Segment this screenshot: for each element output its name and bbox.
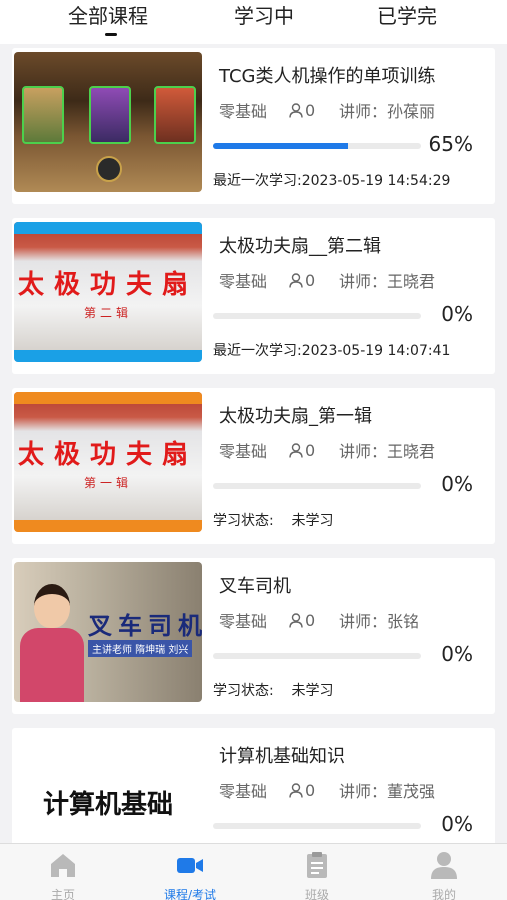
study-status: 学习状态: 未学习 (213, 683, 334, 699)
progress-percent: 0% (441, 812, 473, 836)
course-title: 太极功夫扇__第二辑 (219, 236, 381, 257)
student-count: 0 (289, 441, 335, 460)
course-teacher: 讲师：董茂强 (339, 782, 436, 801)
nav-profile-label: 我的 (431, 888, 456, 900)
course-card[interactable]: 叉车司机 主讲老师 隋坤瑞 刘兴 叉车司机 零基础 0 讲师：张铭 0% 学习状… (12, 558, 495, 714)
nav-profile[interactable]: 我的 (404, 850, 484, 900)
person-icon (289, 442, 303, 458)
user-icon (431, 852, 457, 879)
person-icon (289, 782, 303, 798)
course-meta: 零基础 0 讲师：董茂强 (219, 778, 435, 802)
student-count: 0 (289, 101, 335, 120)
thumbnail-subtitle: 主讲老师 隋坤瑞 刘兴 (88, 640, 193, 657)
progress-bar (213, 823, 421, 829)
course-teacher: 讲师：王晓君 (339, 272, 436, 291)
nav-home[interactable]: 主页 (23, 850, 103, 900)
course-title: TCG类人机操作的单项训练 (219, 66, 436, 87)
course-card[interactable]: 太极功夫扇 第一辑 太极功夫扇_第一辑 零基础 0 讲师：王晓君 0% 学习状态… (12, 388, 495, 544)
active-tab-indicator (105, 33, 117, 36)
nav-courses[interactable]: 课程/考试 (150, 850, 230, 900)
last-study-time: 最近一次学习:2023-05-19 14:07:41 (213, 343, 451, 359)
course-meta: 零基础 0 讲师：王晓君 (219, 268, 435, 292)
tab-bar: 全部课程 学习中 已学完 (0, 0, 507, 44)
thumbnail-subtitle: 第一辑 (83, 476, 132, 490)
thumbnail-title: 太极功夫扇 (17, 440, 198, 470)
progress-percent: 0% (441, 302, 473, 326)
course-thumbnail[interactable]: 太极功夫扇 第二辑 (14, 222, 202, 362)
thumbnail-title: 太极功夫扇 (17, 270, 198, 300)
thumbnail-title: 计算机基础 (42, 789, 173, 820)
course-teacher: 讲师：王晓君 (339, 442, 436, 461)
course-teacher: 讲师：张铭 (339, 612, 420, 631)
course-meta: 零基础 0 讲师：张铭 (219, 608, 419, 632)
thumbnail-subtitle: 第二辑 (83, 306, 132, 320)
course-meta: 零基础 0 讲师：孙葆丽 (219, 98, 435, 122)
course-thumbnail[interactable]: 叉车司机 主讲老师 隋坤瑞 刘兴 (14, 562, 202, 702)
bottom-nav: 主页 课程/考试 班级 我的 (0, 843, 507, 900)
tab-learning[interactable]: 学习中 (234, 0, 294, 29)
progress-bar (213, 313, 421, 319)
home-icon (51, 854, 75, 877)
progress-percent: 0% (441, 642, 473, 666)
course-teacher: 讲师：孙葆丽 (339, 102, 436, 121)
progress-bar (213, 143, 421, 149)
course-card[interactable]: TCG类人机操作的单项训练 零基础 0 讲师：孙葆丽 65% 最近一次学习:20… (12, 48, 495, 204)
nav-class-label: 班级 (304, 888, 329, 900)
tab-completed[interactable]: 已学完 (377, 0, 437, 29)
course-title: 太极功夫扇_第一辑 (219, 406, 372, 427)
progress-bar (213, 653, 421, 659)
course-level: 零基础 (219, 102, 268, 121)
progress-percent: 65% (428, 132, 473, 156)
person-icon (289, 612, 303, 628)
course-title: 计算机基础知识 (219, 746, 345, 767)
progress-bar (213, 483, 421, 489)
student-count: 0 (289, 611, 335, 630)
course-thumbnail[interactable] (14, 52, 202, 192)
nav-courses-label: 课程/考试 (163, 888, 217, 900)
video-camera-icon (177, 858, 203, 873)
course-card[interactable]: 太极功夫扇 第二辑 太极功夫扇__第二辑 零基础 0 讲师：王晓君 0% 最近一… (12, 218, 495, 374)
student-count: 0 (289, 271, 335, 290)
thumbnail-title: 叉车司机 (88, 611, 202, 640)
course-level: 零基础 (219, 782, 268, 801)
course-meta: 零基础 0 讲师：王晓君 (219, 438, 435, 462)
progress-percent: 0% (441, 472, 473, 496)
course-level: 零基础 (219, 612, 268, 631)
last-study-time: 最近一次学习:2023-05-19 14:54:29 (213, 173, 451, 189)
person-icon (289, 102, 303, 118)
nav-class[interactable]: 班级 (277, 850, 357, 900)
person-icon (289, 272, 303, 288)
course-level: 零基础 (219, 442, 268, 461)
course-thumbnail[interactable]: 太极功夫扇 第一辑 (14, 392, 202, 532)
tab-all-courses[interactable]: 全部课程 (68, 0, 148, 29)
clipboard-icon (307, 852, 327, 878)
course-level: 零基础 (219, 272, 268, 291)
student-count: 0 (289, 781, 335, 800)
study-status: 学习状态: 未学习 (213, 513, 334, 529)
nav-home-label: 主页 (50, 888, 75, 900)
course-title: 叉车司机 (219, 576, 291, 597)
